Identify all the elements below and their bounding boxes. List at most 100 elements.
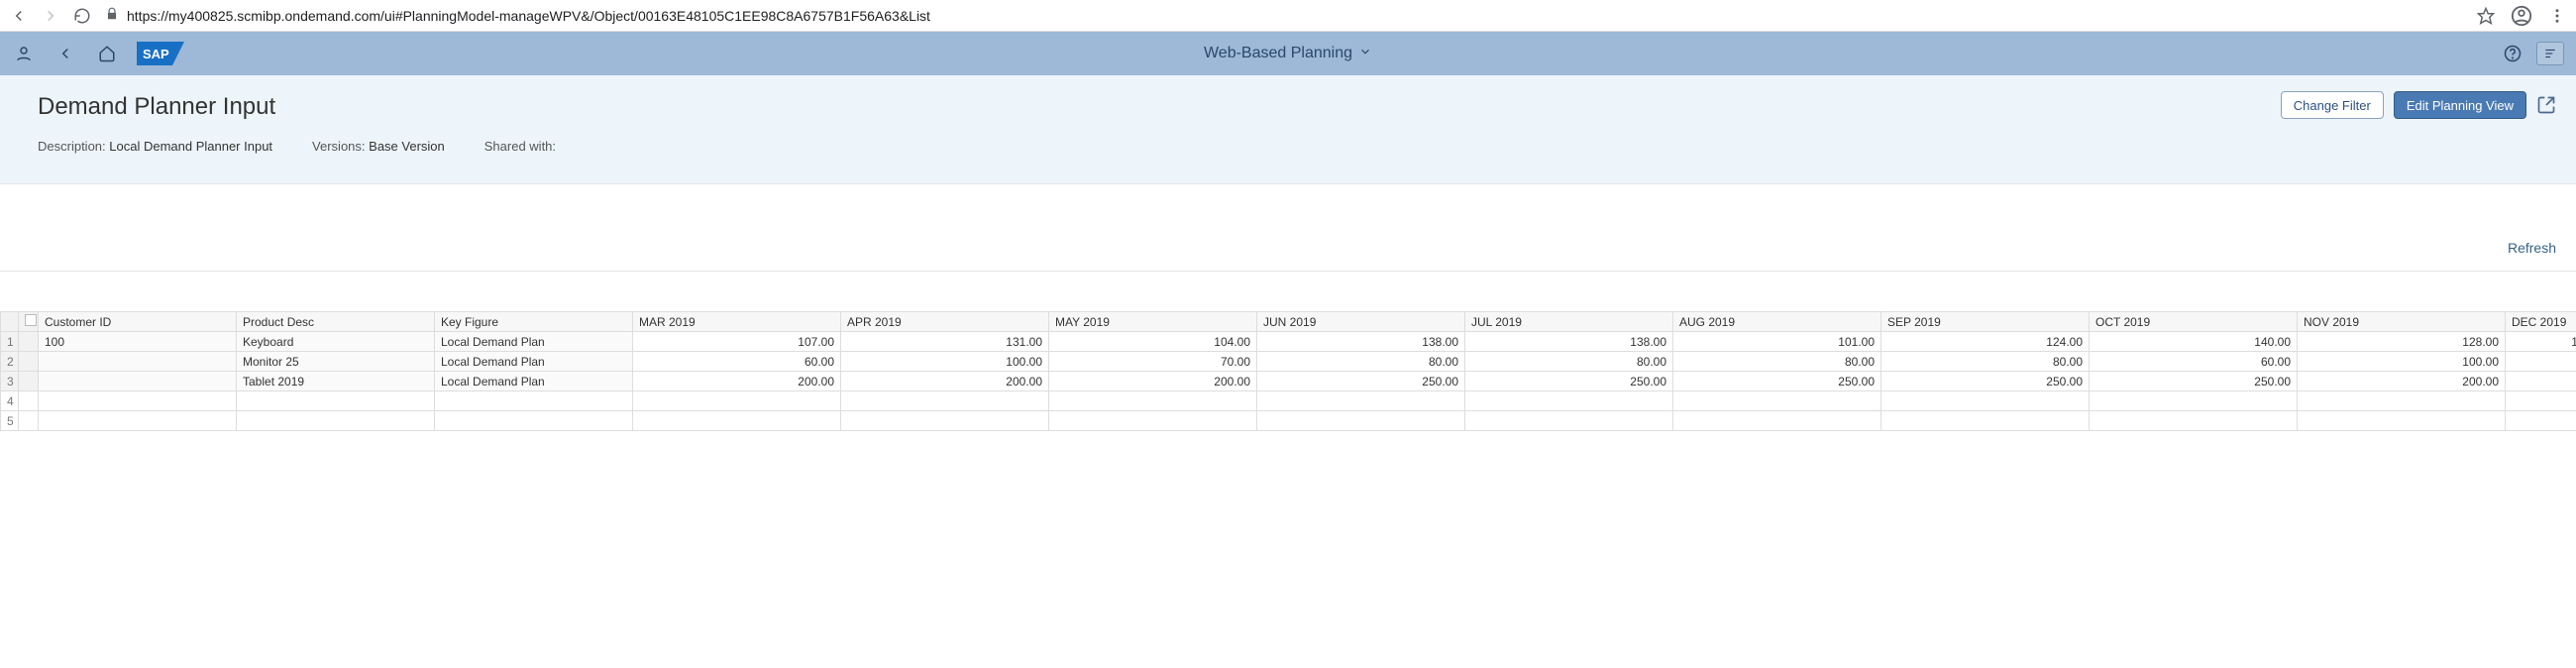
row-checkbox[interactable] xyxy=(19,332,39,352)
col-month[interactable]: MAR 2019 xyxy=(633,312,841,332)
cell-value[interactable]: 80.00 xyxy=(1465,352,1673,372)
col-month[interactable]: SEP 2019 xyxy=(1881,312,2090,332)
cell-value[interactable] xyxy=(1673,411,1881,431)
cell-value[interactable]: 60.00 xyxy=(2090,352,2298,372)
cell-value[interactable]: 250.00 xyxy=(1257,372,1465,391)
cell-value[interactable] xyxy=(841,411,1049,431)
user-icon[interactable] xyxy=(12,42,36,65)
cell-value[interactable] xyxy=(2090,411,2298,431)
cell-value[interactable] xyxy=(2298,411,2506,431)
cell-value[interactable] xyxy=(1465,391,1673,411)
cell-product[interactable] xyxy=(237,391,435,411)
col-month[interactable]: APR 2019 xyxy=(841,312,1049,332)
home-icon[interactable] xyxy=(95,42,119,65)
row-number[interactable]: 5 xyxy=(1,411,19,431)
row-checkbox[interactable] xyxy=(19,352,39,372)
refresh-link[interactable]: Refresh xyxy=(2508,240,2556,256)
cell-value[interactable]: 200.00 xyxy=(1049,372,1257,391)
cell-value[interactable] xyxy=(2506,352,2576,372)
col-month[interactable]: MAY 2019 xyxy=(1049,312,1257,332)
cell-value[interactable] xyxy=(1049,391,1257,411)
cell-value[interactable] xyxy=(1257,411,1465,431)
cell-value[interactable] xyxy=(1049,411,1257,431)
star-icon[interactable] xyxy=(2477,7,2495,25)
cell-value[interactable]: 80.00 xyxy=(1257,352,1465,372)
cell-keyfigure[interactable]: Local Demand Plan xyxy=(435,372,633,391)
cell-value[interactable]: 80.00 xyxy=(1673,352,1881,372)
col-customer[interactable]: Customer ID xyxy=(39,312,237,332)
cell-value[interactable]: 200.00 xyxy=(633,372,841,391)
cell-value[interactable]: 80.00 xyxy=(1881,352,2090,372)
change-filter-button[interactable]: Change Filter xyxy=(2281,91,2384,119)
cell-value[interactable]: 124.00 xyxy=(1881,332,2090,352)
cell-value[interactable]: 250.00 xyxy=(2090,372,2298,391)
row-checkbox[interactable] xyxy=(19,391,39,411)
cell-value[interactable]: 104.00 xyxy=(1049,332,1257,352)
address-bar[interactable]: https://my400825.scmibp.ondemand.com/ui#… xyxy=(105,7,2463,24)
profile-icon[interactable] xyxy=(2511,5,2532,27)
cell-value[interactable] xyxy=(2506,411,2576,431)
cell-value[interactable] xyxy=(2298,391,2506,411)
cell-keyfigure[interactable]: Local Demand Plan xyxy=(435,352,633,372)
cell-value[interactable]: 100.00 xyxy=(2506,332,2576,352)
row-number[interactable]: 1 xyxy=(1,332,19,352)
row-number[interactable]: 2 xyxy=(1,352,19,372)
cell-value[interactable]: 200.00 xyxy=(2298,372,2506,391)
cell-value[interactable] xyxy=(1257,391,1465,411)
cell-customer[interactable] xyxy=(39,391,237,411)
row-number[interactable]: 3 xyxy=(1,372,19,391)
share-icon[interactable] xyxy=(2536,95,2556,115)
cell-value[interactable]: 60.00 xyxy=(633,352,841,372)
col-product[interactable]: Product Desc xyxy=(237,312,435,332)
col-month[interactable]: AUG 2019 xyxy=(1673,312,1881,332)
checkbox-header[interactable] xyxy=(19,312,39,332)
forward-icon[interactable] xyxy=(42,7,59,25)
cell-keyfigure[interactable] xyxy=(435,391,633,411)
reload-icon[interactable] xyxy=(73,7,91,25)
help-icon[interactable] xyxy=(2501,42,2524,65)
row-number[interactable]: 4 xyxy=(1,391,19,411)
row-checkbox[interactable] xyxy=(19,411,39,431)
cell-customer[interactable]: 100 xyxy=(39,332,237,352)
cell-product[interactable]: Tablet 2019 xyxy=(237,372,435,391)
cell-value[interactable]: 131.00 xyxy=(841,332,1049,352)
col-month[interactable]: JUL 2019 xyxy=(1465,312,1673,332)
cell-value[interactable] xyxy=(1881,411,2090,431)
cell-value[interactable]: 100.00 xyxy=(841,352,1049,372)
cell-value[interactable]: 100.00 xyxy=(2298,352,2506,372)
cell-value[interactable]: 138.00 xyxy=(1257,332,1465,352)
cell-value[interactable]: 101.00 xyxy=(1673,332,1881,352)
nav-back-icon[interactable] xyxy=(54,42,77,65)
cell-customer[interactable] xyxy=(39,352,237,372)
cell-value[interactable] xyxy=(1465,411,1673,431)
col-keyfigure[interactable]: Key Figure xyxy=(435,312,633,332)
cell-value[interactable]: 250.00 xyxy=(1465,372,1673,391)
cell-value[interactable] xyxy=(633,411,841,431)
cell-keyfigure[interactable]: Local Demand Plan xyxy=(435,332,633,352)
edit-planning-view-button[interactable]: Edit Planning View xyxy=(2394,91,2526,119)
cell-value[interactable] xyxy=(1673,391,1881,411)
cell-value[interactable]: 107.00 xyxy=(633,332,841,352)
cell-customer[interactable] xyxy=(39,411,237,431)
row-checkbox[interactable] xyxy=(19,372,39,391)
cell-value[interactable]: 140.00 xyxy=(2090,332,2298,352)
back-icon[interactable] xyxy=(10,7,28,25)
cell-value[interactable]: 200.00 xyxy=(841,372,1049,391)
cell-product[interactable] xyxy=(237,411,435,431)
cell-value[interactable]: 128.00 xyxy=(2298,332,2506,352)
cell-value[interactable] xyxy=(1881,391,2090,411)
col-month[interactable]: NOV 2019 xyxy=(2298,312,2506,332)
menu-icon[interactable] xyxy=(2536,42,2564,65)
cell-product[interactable]: Monitor 25 xyxy=(237,352,435,372)
cell-value[interactable]: 250.00 xyxy=(1673,372,1881,391)
col-month[interactable]: OCT 2019 xyxy=(2090,312,2298,332)
cell-value[interactable] xyxy=(2090,391,2298,411)
col-month[interactable]: JUN 2019 xyxy=(1257,312,1465,332)
cell-value[interactable]: 250.00 xyxy=(1881,372,2090,391)
cell-value[interactable]: 70.00 xyxy=(1049,352,1257,372)
cell-keyfigure[interactable] xyxy=(435,411,633,431)
cell-value[interactable] xyxy=(2506,372,2576,391)
cell-customer[interactable] xyxy=(39,372,237,391)
kebab-icon[interactable] xyxy=(2548,7,2566,25)
shell-title[interactable]: Web-Based Planning xyxy=(1204,45,1372,63)
